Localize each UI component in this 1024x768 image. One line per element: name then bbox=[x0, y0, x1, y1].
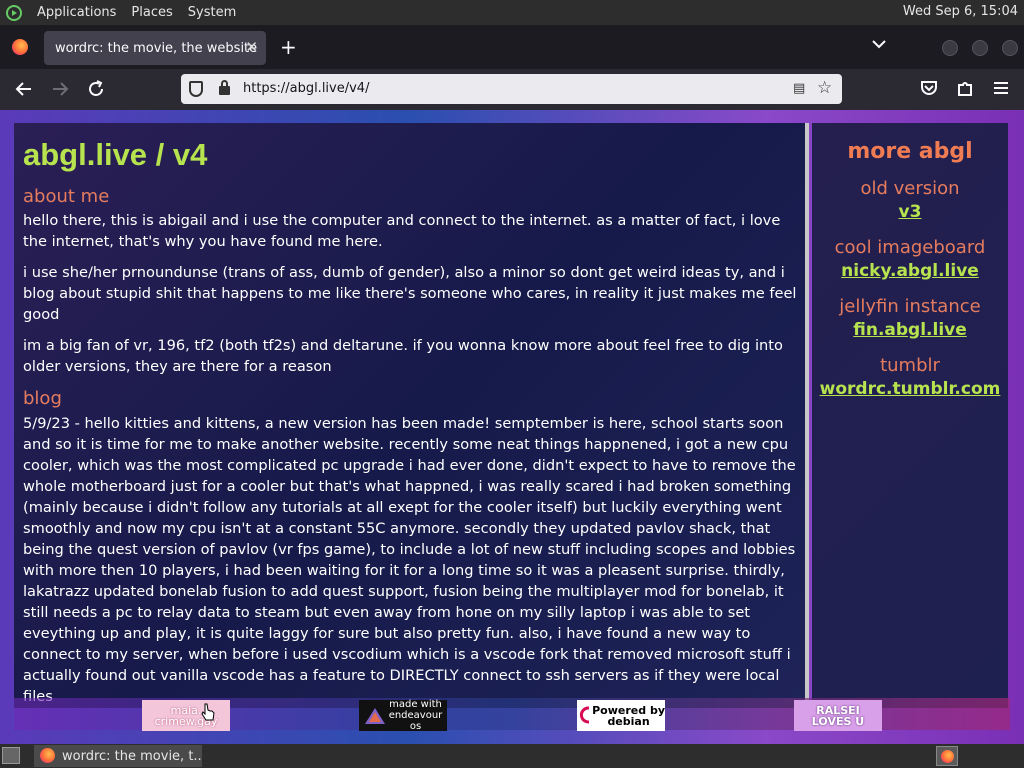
puzzle-icon bbox=[958, 82, 972, 96]
sidebar-label: jellyfin instance bbox=[839, 296, 981, 317]
new-tab-button[interactable]: + bbox=[280, 37, 297, 57]
hamburger-menu-icon bbox=[994, 82, 1008, 94]
sidebar-group-imageboard: cool imageboard nicky.abgl.live bbox=[812, 236, 1008, 282]
sidebar-group-jellyfin: jellyfin instance fin.abgl.live bbox=[812, 295, 1008, 341]
lock-icon[interactable] bbox=[219, 80, 230, 95]
sidebar-label: old version bbox=[860, 178, 960, 199]
taskbar-window-title: wordrc: the movie, t... bbox=[62, 748, 202, 764]
url-text[interactable]: https://abgl.live/v4/ bbox=[243, 81, 369, 96]
maximize-button[interactable] bbox=[972, 40, 988, 56]
reload-button[interactable] bbox=[86, 79, 106, 104]
page-title: abgl.live / v4 bbox=[23, 137, 208, 172]
about-paragraph-1: hello there, this is abigail and i use t… bbox=[23, 212, 781, 250]
bookmark-star-icon[interactable]: ☆ bbox=[817, 78, 832, 98]
bottom-panel: wordrc: the movie, t... bbox=[0, 744, 1024, 768]
minimize-button[interactable] bbox=[942, 40, 958, 56]
blog-heading: blog bbox=[23, 388, 62, 409]
window-close-button[interactable] bbox=[1002, 40, 1018, 56]
reader-view-icon[interactable]: ▤ bbox=[793, 81, 805, 96]
pocket-icon bbox=[921, 81, 937, 95]
sidebar-link-fin[interactable]: fin.abgl.live bbox=[812, 319, 1008, 341]
about-heading: about me bbox=[23, 186, 110, 207]
tab-bar: wordrc: the movie, the website ✕ + bbox=[0, 25, 1024, 69]
taskbar-window-button[interactable]: wordrc: the movie, t... bbox=[34, 745, 202, 767]
sidebar-title: more abgl bbox=[847, 139, 973, 164]
sidebar-label: tumblr bbox=[880, 355, 940, 376]
content-scrollbar[interactable] bbox=[805, 123, 809, 708]
clock[interactable]: Wed Sep 6, 15:04 bbox=[903, 4, 1018, 19]
sidebar-link-nicky[interactable]: nicky.abgl.live bbox=[812, 260, 1008, 282]
badge-endeavouros[interactable]: made with endeavour os bbox=[359, 699, 447, 732]
tracking-protection-shield-icon[interactable] bbox=[189, 81, 203, 97]
debian-swirl-icon bbox=[579, 706, 590, 723]
reload-icon bbox=[89, 80, 103, 96]
blog-post: 5/9/23 - hello kitties and kittens, a ne… bbox=[23, 415, 796, 705]
badge-ralsei[interactable]: RALSEI LOVES U bbox=[794, 700, 882, 731]
badge-debian-text: Powered by debian bbox=[592, 703, 665, 728]
hand-cursor-icon bbox=[201, 703, 215, 721]
about-paragraph-2: i use she/her prnoundunse (trans of ass,… bbox=[23, 264, 797, 323]
back-button[interactable] bbox=[14, 79, 34, 104]
back-arrow-icon bbox=[15, 82, 31, 96]
pocket-button[interactable] bbox=[920, 79, 938, 102]
sidebar-link-v3[interactable]: v3 bbox=[812, 201, 1008, 223]
badge-endeavouros-text: made with endeavour os bbox=[388, 699, 443, 732]
navigation-bar: https://abgl.live/v4/ ▤ ☆ bbox=[0, 69, 1024, 110]
sidebar-group-tumblr: tumblr wordrc.tumblr.com bbox=[812, 354, 1008, 400]
sidebar-label: cool imageboard bbox=[834, 237, 986, 258]
close-icon[interactable]: ✕ bbox=[245, 38, 258, 56]
firefox-icon bbox=[40, 748, 55, 763]
sidebar-link-tumblr[interactable]: wordrc.tumblr.com bbox=[812, 378, 1008, 400]
chevron-down-icon bbox=[872, 40, 886, 49]
forward-arrow-icon bbox=[53, 82, 69, 96]
badge-ralsei-text: RALSEI LOVES U bbox=[811, 703, 865, 728]
endeavouros-logo-icon bbox=[364, 707, 385, 724]
extensions-button[interactable] bbox=[956, 79, 974, 102]
sidebar-group-old-version: old version v3 bbox=[812, 177, 1008, 223]
places-menu[interactable]: Places bbox=[131, 5, 172, 20]
sidebar-panel: more abgl old version v3 cool imageboard… bbox=[812, 123, 1008, 708]
browser-tab[interactable]: wordrc: the movie, the website ✕ bbox=[44, 31, 266, 65]
forward-button[interactable] bbox=[50, 79, 70, 104]
about-paragraph-3: im a big fan of vr, 196, tf2 (both tf2s)… bbox=[23, 337, 783, 375]
url-bar[interactable]: https://abgl.live/v4/ ▤ ☆ bbox=[181, 74, 842, 104]
tab-title: wordrc: the movie, the website bbox=[55, 40, 258, 56]
menu-button[interactable] bbox=[992, 79, 1010, 102]
top-panel: Applications Places System Wed Sep 6, 15… bbox=[0, 0, 1024, 25]
system-menu[interactable]: System bbox=[188, 5, 236, 20]
firefox-view-icon[interactable] bbox=[12, 39, 28, 55]
badge-debian[interactable]: Powered by debian bbox=[577, 700, 665, 731]
webpage: abgl.live / v4 about me hello there, thi… bbox=[0, 110, 1024, 744]
tab-list-button[interactable] bbox=[872, 37, 886, 53]
badge-maia[interactable]: maia. crimew.gay bbox=[142, 700, 230, 731]
main-content-panel[interactable]: abgl.live / v4 about me hello there, thi… bbox=[14, 123, 807, 708]
distro-logo-icon[interactable] bbox=[6, 4, 22, 21]
show-desktop-button[interactable] bbox=[2, 747, 20, 764]
workspace-switcher[interactable] bbox=[936, 746, 958, 766]
applications-menu[interactable]: Applications bbox=[37, 5, 116, 20]
